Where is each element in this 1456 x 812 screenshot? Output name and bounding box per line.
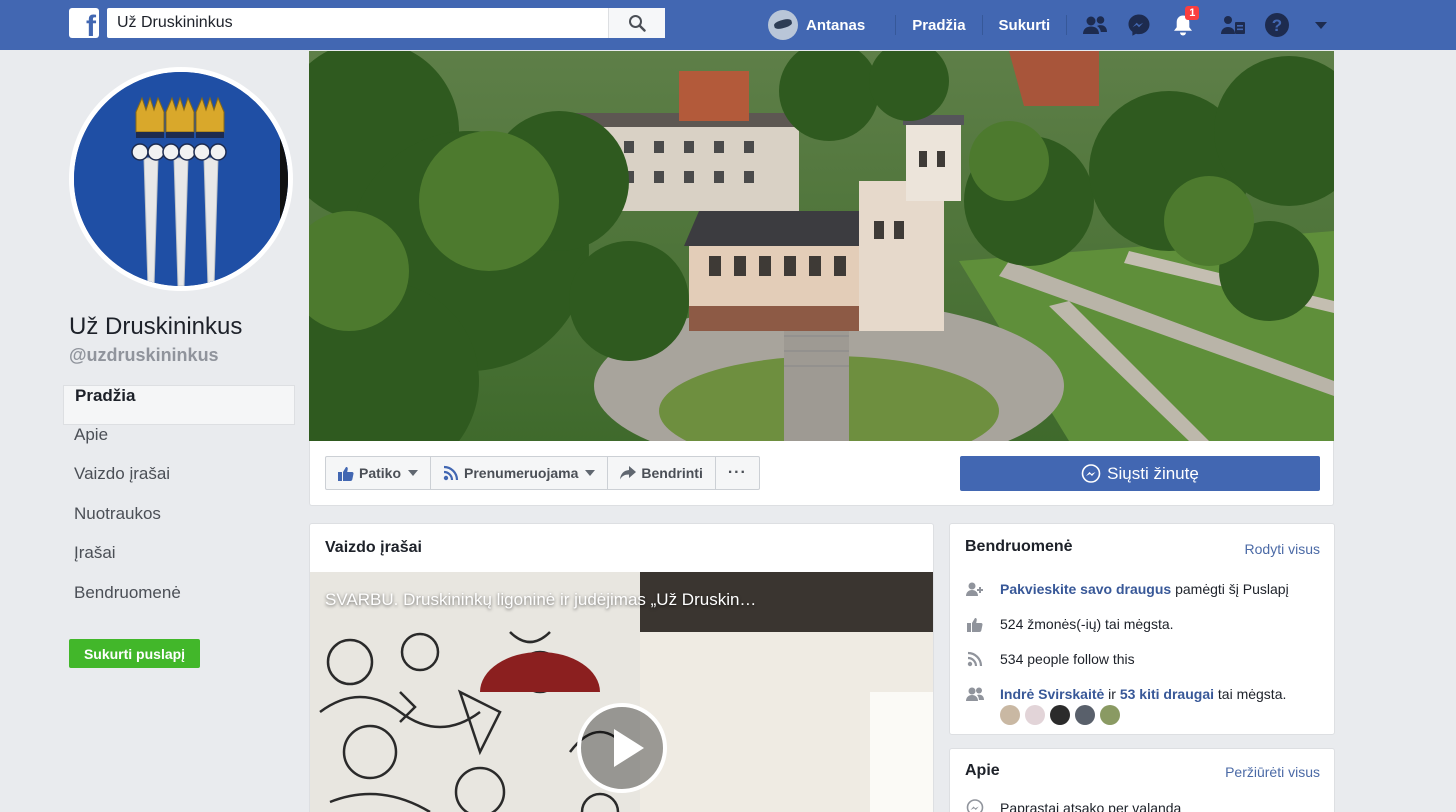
community-card: Bendruomenė Rodyti visus Pakvieskite sav… [949,523,1335,735]
more-options-label: ··· [727,464,747,481]
video-player[interactable]: SVARBU. Druskininkų ligoninė ir judėjima… [310,572,933,812]
about-see-all-link[interactable]: Peržiūrėti visus [1225,764,1320,780]
rss-icon [964,650,986,668]
notifications-button[interactable]: 1 [1161,0,1205,50]
share-label: Bendrinti [641,465,703,481]
notification-badge: 1 [1185,6,1200,20]
response-time-row: Paprastai atsako per valandą [964,799,1181,812]
sidebar-item-community[interactable]: Bendruomenė [63,583,295,623]
help-icon: ? [1265,13,1290,37]
sidebar-item-home[interactable]: Pradžia [63,385,295,425]
facebook-logo[interactable]: f [69,8,99,38]
like-label: Patiko [359,465,402,481]
sidebar-item-photos[interactable]: Nuotraukos [63,504,295,544]
create-link[interactable]: Sukurti [999,17,1051,34]
invite-friends-row: Pakvieskite savo draugus pamėgti šį Pusl… [964,580,1289,598]
divider [981,15,983,35]
coat-of-arms-image [74,72,288,286]
avatar[interactable] [1100,705,1120,725]
play-icon[interactable] [577,703,667,793]
page-name[interactable]: Už Druskininkus [69,313,242,341]
cover-photo-image [309,51,1334,441]
people-icon [1221,16,1246,34]
community-card-title[interactable]: Bendruomenė [965,538,1073,556]
response-time-text: Paprastai atsako per valandą [1000,800,1182,812]
friends-like-text: tai mėgsta. [1214,686,1287,702]
follows-row: 534 people follow this [964,650,1135,668]
friends-icon [1083,16,1108,34]
svg-text:?: ? [1272,16,1282,35]
divider [1066,15,1068,35]
home-link[interactable]: Pradžia [912,17,965,34]
page-actions-group: Patiko Prenumeruojama Bendrinti ··· [325,456,760,490]
community-see-all-link[interactable]: Rodyti visus [1245,541,1320,557]
send-message-label: Siųsti žinutę [1107,463,1199,483]
page-sidebar-nav: Pradžia Apie Vaizdo įrašai Nuotraukos Įr… [63,385,295,622]
messenger-icon [964,799,986,812]
other-friends-link[interactable]: 53 kiti draugai [1120,686,1214,702]
nav-right: Antanas Pradžia Sukurti 1 ? [768,0,1343,50]
facebook-logo-letter: f [86,10,96,39]
videos-card-title[interactable]: Vaizdo įrašai [325,539,422,557]
chevron-down-icon [408,470,419,476]
likes-count-text: 524 žmonės(-ių) tai mėgsta. [1000,616,1174,632]
friend-name-link[interactable]: Indrė Svirskaitė [1000,686,1104,702]
caret-down-icon [1315,22,1328,29]
search-button[interactable] [608,8,665,38]
friends-like-row: Indrė Svirskaitė ir 53 kiti draugai tai … [964,685,1286,703]
video-title[interactable]: SVARBU. Druskininkų ligoninė ir judėjima… [325,590,756,610]
invite-friends-icon [964,580,986,598]
page-action-bar: Patiko Prenumeruojama Bendrinti ··· Siųs… [309,441,1334,506]
share-button[interactable]: Bendrinti [608,457,716,489]
follows-count-text: 534 people follow this [1000,651,1135,667]
chevron-down-icon [585,470,596,476]
avatar [768,10,798,40]
invite-friends-text: pamėgti šį Puslapį [1171,581,1289,597]
search-bar [107,8,665,38]
thumbs-up-icon [964,615,986,633]
follow-label: Prenumeruojama [464,465,579,481]
help-button[interactable]: ? [1255,0,1299,50]
share-arrow-icon [620,466,637,480]
about-card: Apie Peržiūrėti visus Paprastai atsako p… [949,748,1335,812]
divider [895,15,897,35]
account-menu-button[interactable] [1299,0,1343,50]
coat-of-arms-graphic [74,72,288,286]
videos-card: Vaizdo įrašai SVARBU. Druskininkų ligoni… [309,523,934,812]
cover-photo[interactable] [309,51,1334,441]
avatar[interactable] [1075,705,1095,725]
invite-friends-link[interactable]: Pakvieskite savo draugus [1000,581,1171,597]
page-profile-picture[interactable] [69,67,293,291]
sidebar-item-posts[interactable]: Įrašai [63,543,295,583]
people-button[interactable] [1211,0,1255,50]
user-name: Antanas [806,16,866,34]
follow-button[interactable]: Prenumeruojama [431,457,609,489]
avatar[interactable] [1000,705,1020,725]
messenger-button[interactable] [1117,0,1161,50]
profile-link[interactable]: Antanas [768,0,879,50]
about-card-title[interactable]: Apie [965,762,1000,780]
page-handle[interactable]: @uzdruskininkus [69,345,219,366]
friends-icon [964,685,986,703]
thumbs-up-icon [338,466,354,481]
avatar[interactable] [1050,705,1070,725]
search-input[interactable] [107,8,607,38]
messenger-icon [1128,14,1150,36]
sidebar-item-videos[interactable]: Vaizdo įrašai [63,464,295,504]
top-navigation-bar: f Antanas Pradžia Sukurti 1 ? [0,0,1456,50]
like-button[interactable]: Patiko [326,457,432,489]
friend-avatars [1000,705,1120,725]
search-icon [629,15,646,32]
messenger-icon [1081,463,1101,483]
likes-row: 524 žmonės(-ių) tai mėgsta. [964,615,1174,633]
send-message-button[interactable]: Siųsti žinutę [960,456,1320,491]
sidebar-item-about[interactable]: Apie [63,425,295,465]
friend-requests-button[interactable] [1073,0,1117,50]
more-options-button[interactable]: ··· [716,457,759,489]
friend-connector-text: ir [1104,686,1120,702]
rss-icon [443,465,459,481]
create-page-button[interactable]: Sukurti puslapį [69,639,200,668]
avatar[interactable] [1025,705,1045,725]
